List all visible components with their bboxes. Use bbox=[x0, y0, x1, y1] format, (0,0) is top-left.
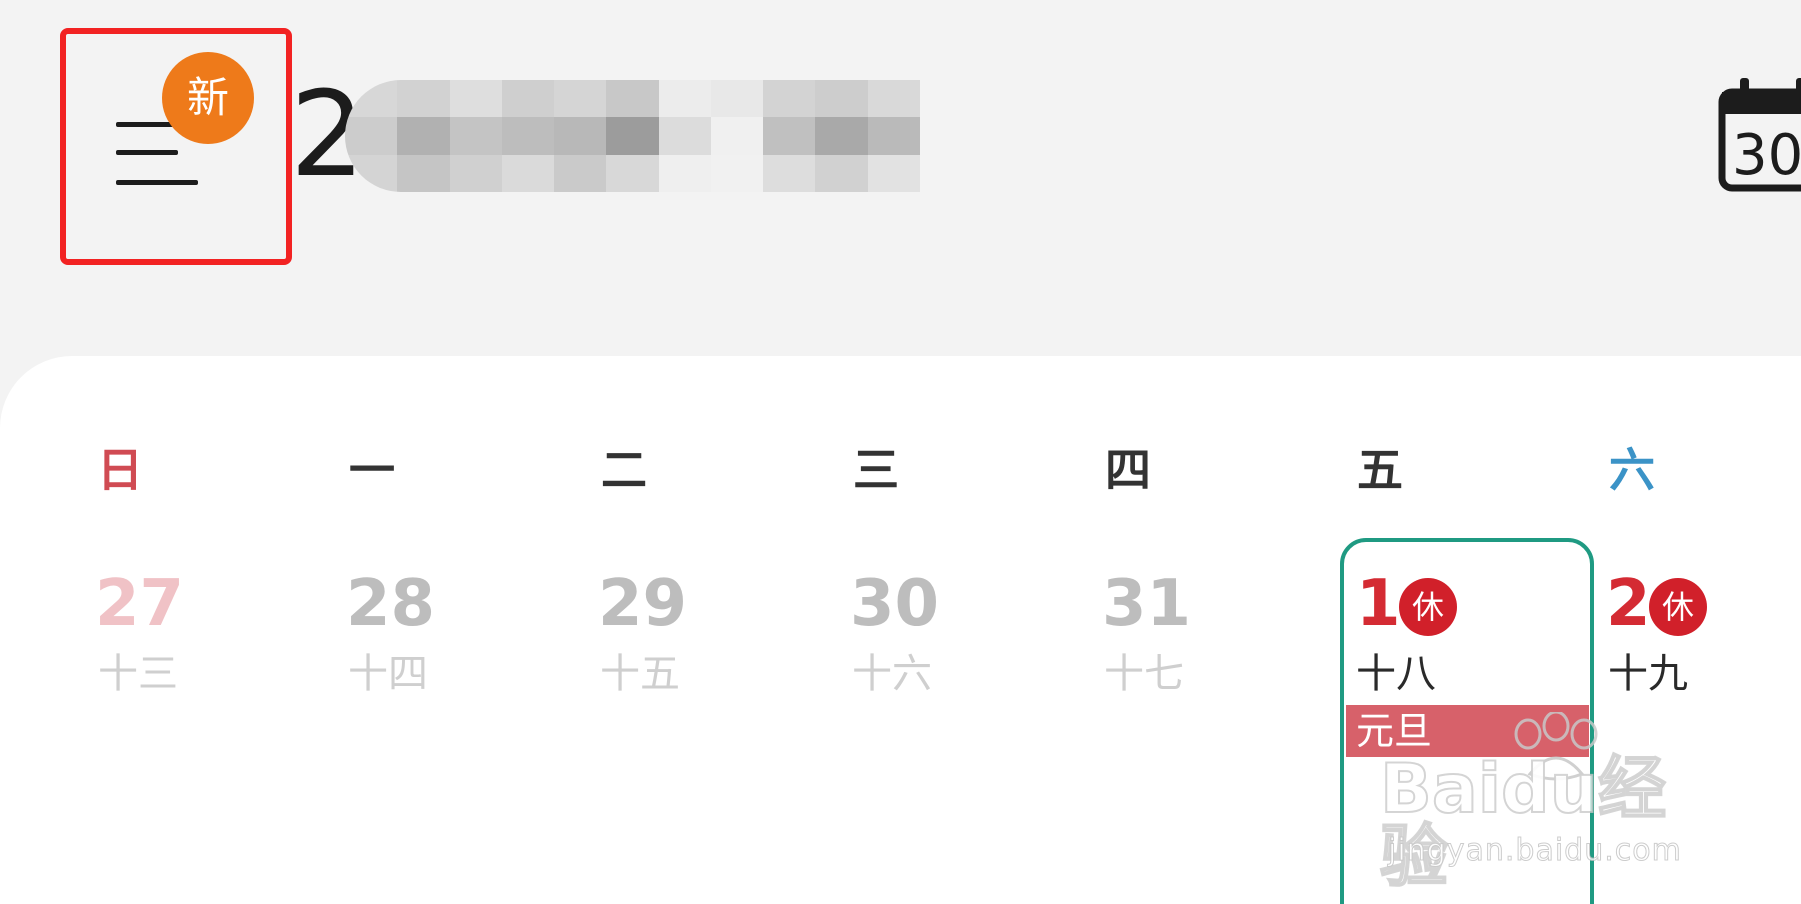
baidu-jingyan-watermark: Baidu经验 jingyan.baidu.com bbox=[1379, 712, 1720, 893]
weekday-sun: 日 bbox=[97, 443, 143, 497]
lunar-date: 十六 bbox=[852, 651, 932, 697]
rest-day-badge: 休 bbox=[1399, 578, 1457, 636]
calendar-today-icon[interactable]: 30 bbox=[1718, 78, 1801, 196]
menu-button[interactable]: 新 bbox=[60, 28, 292, 265]
day-number[interactable]: 31 bbox=[1102, 568, 1191, 640]
new-badge: 新 bbox=[162, 52, 254, 144]
weekday-thu: 四 bbox=[1105, 443, 1151, 497]
day-number[interactable]: 28 bbox=[346, 568, 435, 640]
weekday-tue: 二 bbox=[601, 443, 647, 497]
weekday-wed: 三 bbox=[853, 443, 899, 497]
lunar-date: 十四 bbox=[348, 651, 428, 697]
watermark-logo-text: Baidu经验 bbox=[1379, 750, 1667, 897]
calendar-app: 新 2 30 日 一 二 三 四 五 六 27 十三 28 十四 29 十五 3… bbox=[0, 0, 1801, 904]
lunar-date: 十八 bbox=[1356, 651, 1436, 697]
day-number[interactable]: 1 bbox=[1356, 568, 1401, 640]
day-number[interactable]: 2 bbox=[1606, 568, 1651, 640]
lunar-date: 十九 bbox=[1608, 651, 1688, 697]
rest-day-badge: 休 bbox=[1649, 578, 1707, 636]
lunar-date: 十五 bbox=[600, 651, 680, 697]
day-number[interactable]: 30 bbox=[850, 568, 939, 640]
weekday-sat: 六 bbox=[1609, 443, 1655, 497]
day-number[interactable]: 27 bbox=[95, 568, 184, 640]
lunar-date: 十七 bbox=[1104, 651, 1184, 697]
calendar-today-date: 30 bbox=[1732, 123, 1801, 188]
lunar-date: 十三 bbox=[98, 651, 178, 697]
weekday-mon: 一 bbox=[349, 443, 395, 497]
day-number[interactable]: 29 bbox=[598, 568, 687, 640]
weekday-fri: 五 bbox=[1357, 443, 1403, 497]
pixelated-title-mosaic bbox=[345, 80, 920, 192]
watermark-url: jingyan.baidu.com bbox=[1388, 833, 1682, 868]
